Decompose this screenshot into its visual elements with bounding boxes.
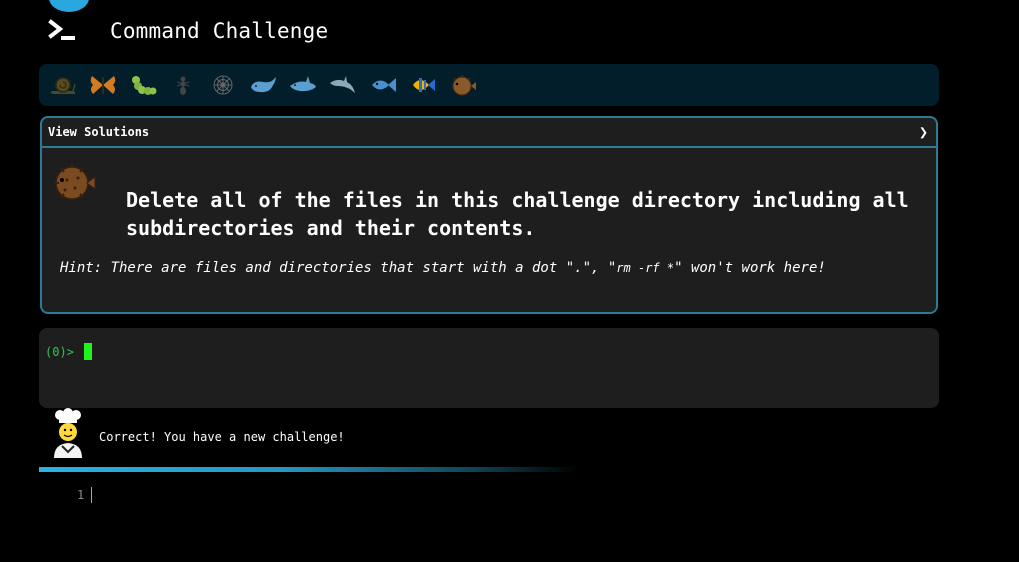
spider-web-icon[interactable]	[207, 72, 238, 98]
blowfish-icon[interactable]	[447, 72, 478, 98]
status-message: Correct! You have a new challenge!	[99, 430, 345, 444]
challenge-hint: Hint: There are files and directories th…	[60, 260, 826, 276]
fish-icon[interactable]	[367, 72, 398, 98]
shark-icon[interactable]	[287, 72, 318, 98]
ant-icon[interactable]	[167, 72, 198, 98]
app-title: Command Challenge	[110, 19, 329, 43]
whale-icon[interactable]	[247, 72, 278, 98]
butterfly-icon[interactable]	[87, 72, 118, 98]
challenge-panel: View Solutions ❯ Delete all of the files…	[40, 116, 938, 314]
dolphin-icon[interactable]	[327, 72, 358, 98]
terminal-prompt-icon	[48, 19, 75, 40]
chevron-right-icon[interactable]: ❯	[919, 123, 928, 141]
terminal-prompt: (0)>	[45, 345, 74, 359]
terminal-input[interactable]: (0)>	[39, 328, 939, 408]
challenge-progress-bar	[39, 64, 939, 106]
chef-icon	[54, 408, 82, 458]
view-solutions-toggle[interactable]: View Solutions ❯	[42, 118, 936, 148]
view-solutions-label: View Solutions	[48, 125, 150, 139]
editor-line-number: 1	[77, 488, 85, 502]
app-header: Command Challenge	[48, 18, 328, 44]
snail-icon[interactable]	[47, 72, 78, 98]
hint-suffix: " won't work here!	[674, 260, 826, 276]
progress-gradient-bar	[39, 467, 579, 472]
blowfish-avatar-icon	[55, 163, 96, 200]
tropical-fish-icon[interactable]	[407, 72, 438, 98]
caterpillar-icon[interactable]	[127, 72, 158, 98]
editor-caret[interactable]	[91, 487, 92, 503]
hint-prefix: Hint: There are files and directories th…	[60, 260, 617, 276]
challenge-description: Delete all of the files in this challeng…	[126, 188, 909, 240]
terminal-cursor	[84, 343, 92, 360]
hint-code: rm -rf *	[616, 261, 675, 275]
top-accent-arc	[49, 0, 89, 12]
